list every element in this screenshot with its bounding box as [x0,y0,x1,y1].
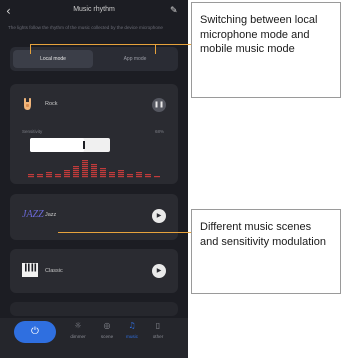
annotation-mode-switch: Switching between local microphone mode … [191,2,341,98]
scene-card-rock[interactable]: Rock ❚❚ Sensitivity 68% [10,84,178,184]
callout-line-bracket [30,44,156,45]
nav-label-dimmer: dimmer [70,334,86,339]
annotation-scenes: Different music scenes and sensitivity m… [191,209,341,294]
sun-icon: ☼ [74,321,82,330]
nav-item-music[interactable]: ♫ music [120,320,144,346]
sensitivity-label: Sensitivity [22,129,43,134]
sensitivity-slider-thumb[interactable] [83,141,86,149]
sensitivity-slider-fill [30,138,85,152]
mode-switch: Local mode App mode [10,47,178,71]
callout-line-bottom [58,232,191,233]
top-bar: ‹ Music rhythm ✎ [0,0,188,22]
jazz-text-icon: JAZZ [22,209,44,220]
local-mode-tab[interactable]: Local mode [13,50,93,68]
nav-label-scene: scene [100,334,114,339]
edit-icon[interactable]: ✎ [170,4,182,18]
scene-card-partial [10,302,178,316]
play-button[interactable]: ▶ [152,264,166,278]
scene-name-rock: Rock [45,101,58,107]
scene-name-jazz: Jazz [45,212,57,218]
pause-button[interactable]: ❚❚ [152,98,166,112]
rock-hand-icon [24,98,31,110]
power-button[interactable]: ⏻ [14,321,56,343]
nav-label-music: music [126,334,138,339]
callout-line-top [156,44,191,45]
music-note-icon: ♫ [128,321,136,330]
sensitivity-slider[interactable] [30,138,110,152]
page-title: Music rhythm [73,6,115,13]
scene-card-jazz[interactable]: JAZZ Jazz ▶ [10,194,178,240]
nav-label-other: other [152,334,164,339]
callout-line-right-tick [155,44,156,54]
app-mode-tab[interactable]: App mode [95,50,175,68]
bottom-nav: ⏻ ☼ dimmer ◎ scene ♫ music ▯ other [0,318,188,358]
trash-icon: ▯ [155,321,161,330]
nav-item-dimmer[interactable]: ☼ dimmer [66,320,90,346]
piano-icon [22,263,38,277]
page-subtitle: The lights follow the rhythm of the musi… [8,25,163,30]
power-icon: ⏻ [31,326,39,337]
scene-icon: ◎ [103,321,111,330]
callout-line-left-tick [30,44,31,54]
phone-screen: ‹ Music rhythm ✎ The lights follow the r… [0,0,188,358]
sensitivity-value: 68% [154,129,164,134]
play-button[interactable]: ▶ [152,209,166,223]
equalizer-visual [28,160,160,178]
nav-item-other[interactable]: ▯ other [146,320,170,346]
back-arrow-icon[interactable]: ‹ [6,4,18,18]
nav-item-scene[interactable]: ◎ scene [95,320,119,346]
scene-card-classic[interactable]: Classic ▶ [10,249,178,293]
scene-name-classic: Classic [45,268,63,274]
